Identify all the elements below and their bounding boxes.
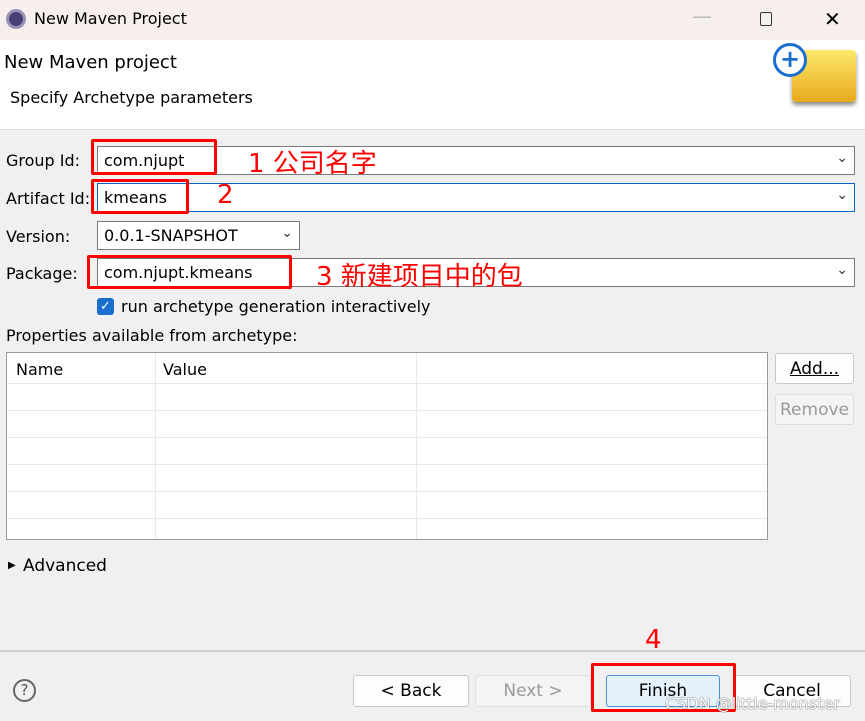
annotation-box-package	[87, 255, 292, 289]
table-row	[7, 437, 767, 438]
help-icon[interactable]: ?	[13, 679, 36, 702]
table-row	[7, 410, 767, 411]
chevron-down-icon[interactable]: ⌄	[281, 225, 293, 241]
remove-button[interactable]: Remove	[775, 394, 854, 425]
back-button[interactable]: < Back	[353, 675, 469, 707]
artifact-id-label: Artifact Id:	[6, 189, 91, 208]
annotation-2: 2	[217, 180, 234, 210]
close-button[interactable]: ✕	[824, 7, 841, 31]
chevron-down-icon[interactable]: ⌄	[836, 187, 848, 203]
annotation-3: 3 新建项目中的包	[316, 262, 523, 292]
table-row	[7, 464, 767, 465]
package-label: Package:	[6, 264, 78, 283]
watermark: CSDN @little-monster	[665, 694, 840, 713]
column-header-value[interactable]: Value	[163, 360, 207, 379]
version-label: Version:	[6, 227, 71, 246]
plus-icon: +	[773, 43, 807, 77]
add-button[interactable]: Add...	[775, 353, 854, 384]
interactive-checkbox[interactable]: ✓	[97, 298, 114, 315]
footer-separator	[0, 650, 865, 652]
page-subtitle: Specify Archetype parameters	[10, 88, 253, 107]
table-row	[7, 383, 767, 384]
table-row	[7, 491, 767, 492]
column-divider	[155, 353, 156, 539]
page-title: New Maven project	[4, 52, 177, 73]
chevron-down-icon[interactable]: ⌄	[836, 150, 848, 166]
advanced-expand-icon[interactable]: ▶	[8, 560, 16, 571]
annotation-box-artifact-id	[91, 179, 189, 214]
eclipse-icon	[6, 9, 26, 29]
next-button[interactable]: Next >	[475, 675, 591, 707]
annotation-4: 4	[645, 625, 662, 655]
column-divider	[416, 353, 417, 539]
minimize-button[interactable]: —	[692, 4, 712, 28]
title-bar: New Maven Project — ✕	[0, 0, 865, 40]
advanced-toggle[interactable]: Advanced	[23, 556, 107, 576]
wizard-header: New Maven project Specify Archetype para…	[0, 40, 865, 130]
annotation-1: 1 公司名字	[248, 149, 377, 179]
version-value: 0.0.1-SNAPSHOT	[104, 226, 238, 245]
table-row	[7, 518, 767, 519]
chevron-down-icon[interactable]: ⌄	[836, 262, 848, 278]
properties-label: Properties available from archetype:	[6, 326, 298, 345]
group-id-label: Group Id:	[6, 151, 81, 170]
window-title: New Maven Project	[34, 9, 187, 28]
artifact-id-input[interactable]: kmeans ⌄	[97, 183, 855, 212]
interactive-label[interactable]: run archetype generation interactively	[121, 297, 431, 316]
properties-table[interactable]: Name Value	[6, 352, 768, 540]
maximize-button[interactable]	[760, 12, 772, 26]
version-select[interactable]: 0.0.1-SNAPSHOT ⌄	[97, 221, 300, 250]
column-header-name[interactable]: Name	[16, 360, 63, 379]
annotation-box-group-id	[91, 139, 217, 175]
